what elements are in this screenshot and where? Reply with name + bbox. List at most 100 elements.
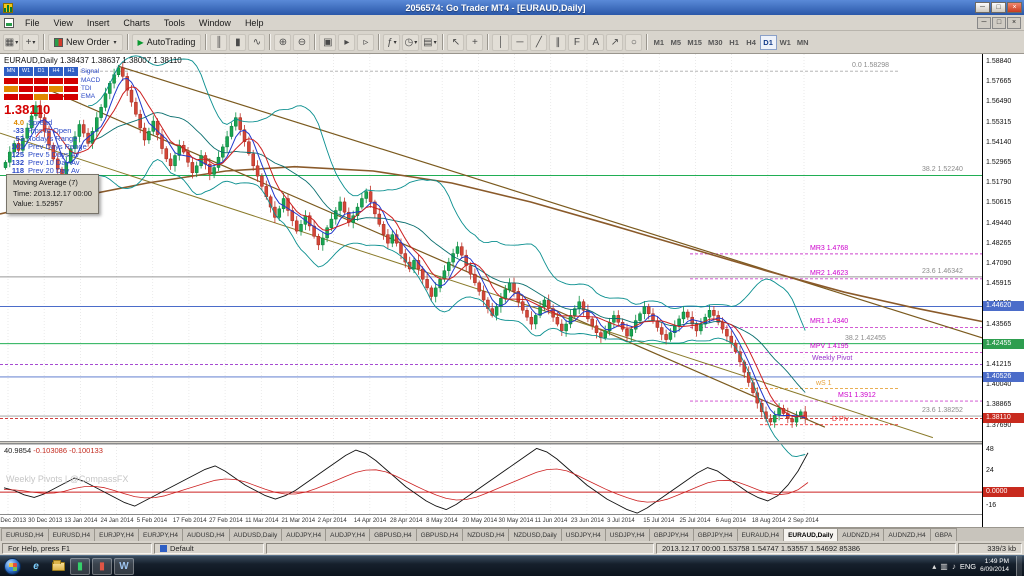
app-icon — [3, 3, 13, 13]
menu-view[interactable]: View — [47, 17, 80, 29]
channel-button[interactable]: ∥ — [549, 34, 566, 51]
close-button[interactable]: × — [1007, 2, 1022, 13]
price-axis[interactable]: 1.588401.576651.564901.553151.541401.529… — [982, 54, 1024, 527]
chart-tab-audusddaily[interactable]: AUDUSD,Daily — [229, 528, 283, 541]
chart-tab-audnzdh4[interactable]: AUDNZD,H4 — [837, 528, 884, 541]
chart-tab-gbpa[interactable]: GBPA — [930, 528, 958, 541]
menu-insert[interactable]: Insert — [80, 17, 117, 29]
chart-tab-euraudh4[interactable]: EURAUD,H4 — [737, 528, 785, 541]
word-icon[interactable]: W — [114, 558, 134, 575]
date-axis[interactable]: 16 Dec 201330 Dec 201313 Jan 201424 Jan … — [0, 514, 982, 527]
language-indicator[interactable]: ENG — [960, 562, 976, 571]
dashboard-col-h4: H4 — [49, 67, 63, 76]
pane-splitter[interactable] — [0, 441, 982, 444]
timeframe-h4-button[interactable]: H4 — [743, 35, 760, 50]
zoom-in-button[interactable]: ⊕ — [274, 34, 291, 51]
signal-cell — [4, 78, 18, 84]
bar-chart-button[interactable]: ║ — [210, 34, 227, 51]
autotrading-button[interactable]: ▶AutoTrading — [132, 34, 202, 51]
timeframe-m30-button[interactable]: M30 — [705, 35, 726, 50]
new-chart-button[interactable]: ▦▾ — [3, 34, 20, 51]
chart-tab-audusdh4[interactable]: AUDUSD,H4 — [182, 528, 230, 541]
cursor-button[interactable]: ↖ — [447, 34, 464, 51]
chart-area[interactable]: EURAUD,Daily 1.38437 1.38637 1.38007 1.3… — [0, 54, 1024, 527]
line-chart-button[interactable]: ∿ — [248, 34, 265, 51]
auto-scroll-button[interactable]: ▸ — [338, 34, 355, 51]
timeframe-d1-button[interactable]: D1 — [760, 35, 777, 50]
chart-tab-nzdusddaily[interactable]: NZDUSD,Daily — [508, 528, 561, 541]
chart-tab-eurjpyh4[interactable]: EURJPY,H4 — [138, 528, 183, 541]
clock-time: 1:49 PM — [980, 558, 1009, 566]
menu-charts[interactable]: Charts — [116, 17, 157, 29]
tile-windows-button[interactable]: ▣ — [319, 34, 336, 51]
chevron-down-icon: ▾ — [114, 39, 117, 46]
chart-tab-usdjpyh4[interactable]: USDJPY,H4 — [561, 528, 606, 541]
osc-axis-label: -16 — [986, 502, 996, 509]
chart-tab-eurauddaily[interactable]: EURAUD,Daily — [783, 528, 838, 541]
profiles-button[interactable]: +▾ — [22, 34, 39, 51]
price-axis-marker: 1.38110 — [983, 413, 1024, 423]
tile-windows-icon: ▣ — [323, 37, 332, 48]
internet-explorer-icon[interactable]: e — [26, 558, 46, 575]
date-axis-label: 17 Feb 2014 — [173, 518, 207, 524]
zoom-out-button[interactable]: ⊖ — [293, 34, 310, 51]
clock[interactable]: 1:49 PM 6/09/2014 — [980, 558, 1012, 574]
price-axis-label: 1.51790 — [986, 179, 1011, 186]
mdi-close-button[interactable]: × — [1007, 17, 1021, 29]
candle-chart-button[interactable]: ▮ — [229, 34, 246, 51]
periods-button[interactable]: ◷▾ — [402, 34, 419, 51]
menu-window[interactable]: Window — [192, 17, 238, 29]
chart-shift-button[interactable]: ▹ — [357, 34, 374, 51]
volume-icon[interactable]: ♪ — [952, 562, 956, 571]
chart-tab-gbpusdh4[interactable]: GBPUSD,H4 — [369, 528, 417, 541]
menu-help[interactable]: Help — [238, 17, 271, 29]
show-desktop-button[interactable] — [1016, 556, 1022, 576]
timeframe-m1-button[interactable]: M1 — [650, 35, 667, 50]
indicators-button[interactable]: ƒ▾ — [383, 34, 400, 51]
chart-tab-eurjpyh4[interactable]: EURJPY,H4 — [94, 528, 139, 541]
chart-tab-gbpjpyh4[interactable]: GBPJPY,H4 — [649, 528, 694, 541]
vertical-line-button[interactable]: │ — [492, 34, 509, 51]
chart-window-icon[interactable] — [4, 18, 14, 28]
mt4-green-icon[interactable]: ▮ — [70, 558, 90, 575]
arrow-tool-button[interactable]: ↗ — [606, 34, 623, 51]
text-tool-button[interactable]: A — [587, 34, 604, 51]
templates-button[interactable]: ▤▾ — [421, 34, 438, 51]
status-profile[interactable]: Default — [154, 543, 264, 554]
price-axis-marker: 1.42455 — [983, 339, 1024, 349]
timeframe-m15-button[interactable]: M15 — [684, 35, 705, 50]
timeframe-w1-button[interactable]: W1 — [777, 35, 794, 50]
chart-tab-audnzdh4[interactable]: AUDNZD,H4 — [883, 528, 930, 541]
chart-tab-gbpjpyh4[interactable]: GBPJPY,H4 — [693, 528, 738, 541]
signal-cell — [49, 78, 63, 84]
timeframe-h1-button[interactable]: H1 — [726, 35, 743, 50]
timeframe-m5-button[interactable]: M5 — [667, 35, 684, 50]
folder-icon[interactable] — [48, 558, 68, 575]
chart-tab-gbpusdh4[interactable]: GBPUSD,H4 — [416, 528, 464, 541]
timeframe-mn-button[interactable]: MN — [794, 35, 812, 50]
chart-tab-audjpyh4[interactable]: AUDJPY,H4 — [325, 528, 370, 541]
new-order-button[interactable]: New Order▾ — [48, 34, 123, 51]
network-icon[interactable]: ▥ — [940, 562, 948, 571]
trendline-button[interactable]: ╱ — [530, 34, 547, 51]
shapes-button[interactable]: ○ — [625, 34, 642, 51]
mdi-restore-button[interactable]: □ — [992, 17, 1006, 29]
chart-tab-usdjpyh4[interactable]: USDJPY,H4 — [605, 528, 650, 541]
mdi-minimize-button[interactable]: ─ — [977, 17, 991, 29]
menu-file[interactable]: File — [18, 17, 47, 29]
chart-tab-audjpyh4[interactable]: AUDJPY,H4 — [281, 528, 326, 541]
menu-tools[interactable]: Tools — [157, 17, 192, 29]
mt4-red-icon[interactable]: ▮ — [92, 558, 112, 575]
crosshair-button[interactable]: + — [466, 34, 483, 51]
horizontal-line-button[interactable]: ─ — [511, 34, 528, 51]
chart-tab-nzdusdh4[interactable]: NZDUSD,H4 — [462, 528, 509, 541]
start-button[interactable] — [4, 558, 21, 575]
minimize-button[interactable]: ─ — [975, 2, 990, 13]
date-axis-label: 8 May 2014 — [426, 518, 457, 524]
chart-tab-eurusdh4[interactable]: EURUSD,H4 — [48, 528, 96, 541]
maximize-button[interactable]: □ — [991, 2, 1006, 13]
chart-tab-eurusdh4[interactable]: EURUSD,H4 — [1, 528, 49, 541]
tray-expand-icon[interactable]: ▴ — [932, 562, 936, 571]
fibonacci-button[interactable]: F — [568, 34, 585, 51]
title-bar: 2056574: Go Trader MT4 - [EURAUD,Daily] … — [0, 0, 1024, 15]
